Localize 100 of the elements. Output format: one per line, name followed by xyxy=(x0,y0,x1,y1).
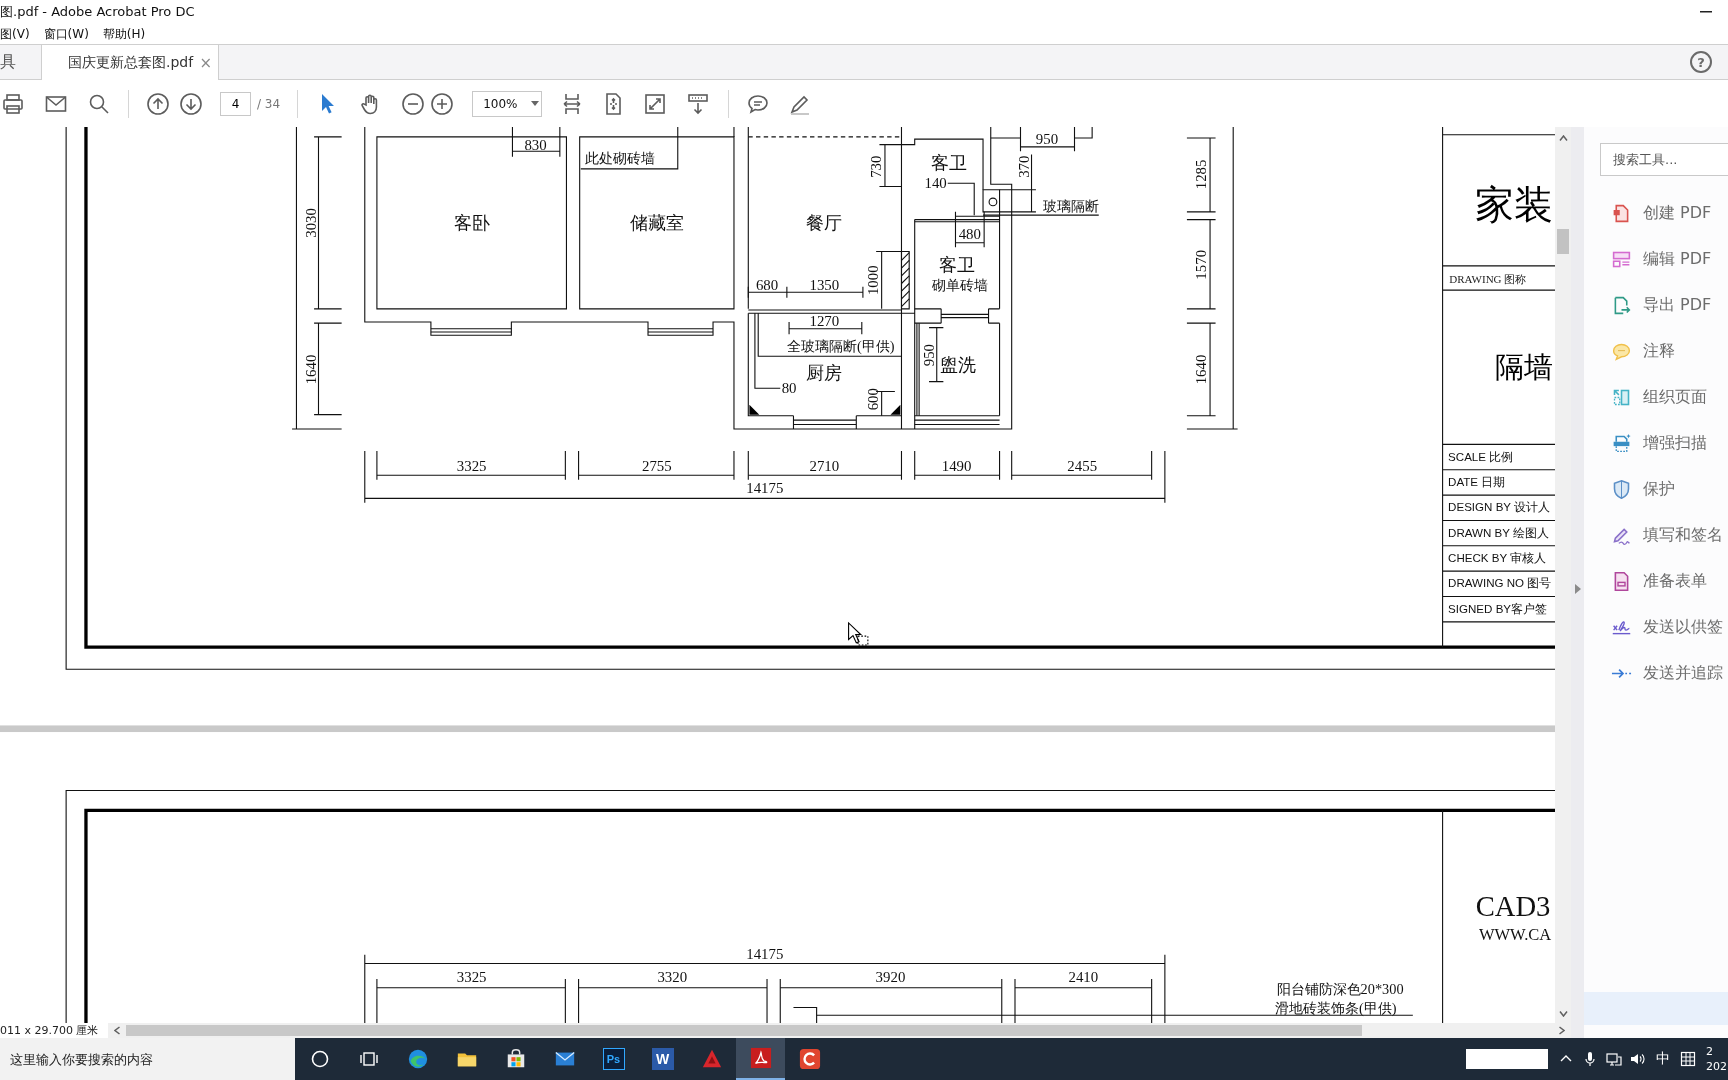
dimension-label: 3325 xyxy=(456,968,487,985)
microphone-icon[interactable] xyxy=(1582,1051,1598,1067)
logo-text: CAD3 xyxy=(1475,890,1551,923)
tool-item[interactable]: 填写和签名 xyxy=(1584,512,1728,558)
taskbar-button[interactable]: W xyxy=(638,1038,687,1080)
window-title: 图.pdf - Adobe Acrobat Pro DC xyxy=(0,3,195,21)
input-method-indicator[interactable]: 中 xyxy=(1656,1050,1670,1068)
page-size-text: 011 x 29.700 厘米 xyxy=(0,1023,100,1038)
tool-item[interactable]: 创建 PDF xyxy=(1584,190,1728,236)
dimension-label: 600 xyxy=(864,388,881,411)
zoom-dropdown[interactable]: 100% xyxy=(472,90,543,117)
dimension-label: 830 xyxy=(524,136,547,153)
dimension-label: 2410 xyxy=(1068,968,1099,985)
drawing-label: DRAWING 图称 xyxy=(1449,273,1527,286)
print-icon[interactable] xyxy=(1,91,25,116)
full-screen-icon[interactable] xyxy=(643,91,668,116)
tool-item[interactable]: 编辑 PDF xyxy=(1584,236,1728,282)
ring-icon[interactable] xyxy=(310,1050,329,1068)
monitor-icon[interactable] xyxy=(1606,1051,1622,1067)
room-label: 客卫 xyxy=(938,254,975,275)
tool-item[interactable]: 增强扫描 xyxy=(1584,420,1728,466)
tray-field[interactable] xyxy=(1466,1049,1548,1069)
tool-item[interactable]: 注释 xyxy=(1584,328,1728,374)
room-label: 客卫 xyxy=(930,153,967,174)
menu-item[interactable]: 图(V) xyxy=(0,25,30,43)
dimension-label: 3325 xyxy=(456,458,487,475)
note-text: 此处砌砖墙 xyxy=(585,149,656,166)
grid-icon[interactable] xyxy=(1680,1051,1696,1067)
swirl-tile-icon xyxy=(749,1047,772,1069)
title-block-field: SIGNED BY客户签 xyxy=(1448,602,1548,615)
help-button[interactable]: ? xyxy=(1690,51,1712,73)
clock-time[interactable]: 2 xyxy=(1706,1044,1728,1059)
task-view-icon[interactable] xyxy=(359,1051,378,1067)
dimension-label: 1270 xyxy=(809,312,840,329)
app-logo: Ps xyxy=(602,1048,625,1070)
dimension-label: 1640 xyxy=(302,354,319,385)
page-count: / 34 xyxy=(257,96,281,111)
tool-item[interactable]: 组织页面 xyxy=(1584,374,1728,420)
note-text: 玻璃隔断 xyxy=(1043,198,1100,215)
dimension-label: 1640 xyxy=(1193,354,1210,385)
taskbar-search-field[interactable]: 这里输入你要搜索的内容 xyxy=(0,1038,295,1080)
dimension-label: 2710 xyxy=(809,458,840,475)
dimension-label: 2455 xyxy=(1067,458,1098,475)
project-title: 家装 xyxy=(1474,184,1553,227)
volume-icon[interactable] xyxy=(1630,1051,1646,1067)
clock-date[interactable]: 202 xyxy=(1706,1059,1728,1074)
tool-item[interactable]: 导出 PDF xyxy=(1584,282,1728,328)
collapse-triangle-icon[interactable] xyxy=(1574,584,1581,594)
taskbar-button[interactable]: Ps xyxy=(589,1038,638,1080)
room-label: 厨房 xyxy=(806,362,843,383)
note-text: 砌单砖墙 xyxy=(931,276,988,293)
triangle-icon xyxy=(700,1048,723,1070)
dimension-label: 140 xyxy=(924,175,947,192)
tool-item[interactable]: 保护 xyxy=(1584,466,1728,512)
menu-item[interactable]: 帮助(H) xyxy=(102,25,146,43)
minimize-icon[interactable] xyxy=(1700,11,1712,13)
drawing-name: 隔墙 xyxy=(1495,351,1554,384)
dimension-label: 1490 xyxy=(941,458,972,475)
close-tab-button[interactable]: × xyxy=(199,53,212,72)
swirl-icon xyxy=(406,1048,429,1070)
ring-tile-icon xyxy=(798,1048,821,1070)
chevron-left-icon[interactable] xyxy=(114,1026,120,1035)
room-label: 餐厅 xyxy=(806,212,843,233)
horizontal-scrollbar[interactable] xyxy=(108,1023,1571,1038)
scrollbar-thumb[interactable] xyxy=(126,1025,1362,1036)
page-number-field[interactable]: 4 xyxy=(220,91,251,116)
scroll-down-icon[interactable] xyxy=(686,91,711,116)
dimension-label: 1000 xyxy=(864,265,881,296)
document-tab[interactable]: 国庆更新总套图.pdf × xyxy=(42,45,219,80)
dimension-label: 950 xyxy=(921,344,938,367)
title-block-field: DATE 日期 xyxy=(1448,475,1506,488)
title-block-field: DESIGN BY 设计人 xyxy=(1448,501,1551,514)
chevron-down-icon[interactable] xyxy=(1558,1011,1568,1017)
app-logo: W xyxy=(651,1048,674,1070)
dimension-label: 3920 xyxy=(875,968,906,985)
tools-search-field[interactable]: 搜索工具... xyxy=(1600,143,1728,176)
note-text: 滑地砖装饰条(甲供) xyxy=(1274,999,1397,1016)
tool-item[interactable]: 发送并追踪 xyxy=(1584,650,1728,696)
tool-item[interactable]: 发送以供签 xyxy=(1584,604,1728,650)
tool-item[interactable]: 准备表单 xyxy=(1584,558,1728,604)
dimension-label: 370 xyxy=(1015,155,1032,178)
dimension-label: 14175 xyxy=(746,945,784,962)
dimension-label: 14175 xyxy=(746,480,784,497)
title-block-field: DRAWING NO 图号 xyxy=(1448,577,1552,590)
zoom-out-icon[interactable] xyxy=(401,91,426,116)
zoom-in-icon[interactable] xyxy=(430,91,455,116)
vertical-scrollbar[interactable] xyxy=(1555,127,1571,1023)
room-label: 盥洗 xyxy=(939,355,976,376)
menu-item[interactable]: 窗口(W) xyxy=(43,25,89,43)
title-block-field: SCALE 比例 xyxy=(1448,450,1514,463)
dimension-label: 2755 xyxy=(641,458,672,475)
dimension-label: 1570 xyxy=(1193,249,1210,280)
dimension-label: 3030 xyxy=(302,208,319,238)
dimension-label: 1285 xyxy=(1193,159,1210,190)
dimension-label: 3320 xyxy=(657,968,688,985)
scrollbar-thumb[interactable] xyxy=(1557,229,1569,254)
chevron-right-icon[interactable] xyxy=(1559,1026,1565,1035)
note-text: 全玻璃隔断(甲供) xyxy=(787,338,895,355)
dimension-label: 680 xyxy=(755,276,779,293)
scanner-icon xyxy=(1611,432,1632,454)
